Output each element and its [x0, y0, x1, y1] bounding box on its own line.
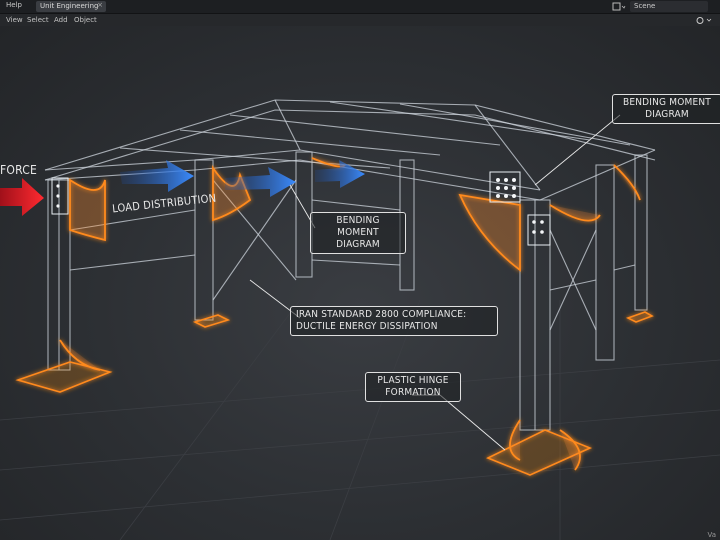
menu-object[interactable]: Object: [74, 16, 97, 24]
viewport-header: View Select Add Object: [0, 14, 720, 26]
menu-select[interactable]: Select: [27, 16, 49, 24]
3d-viewport[interactable]: FORCE LOAD DISTRIBUTION BENDING MOMENT D…: [0, 26, 720, 540]
floor-grid: [0, 299, 720, 540]
top-menu-bar: Help Unit Engineering × Scene: [0, 0, 720, 14]
plastic-hinge-label: PLASTIC HINGE FORMATION: [365, 372, 461, 402]
scene-icon: [612, 2, 626, 11]
gizmo-icon[interactable]: [696, 16, 714, 25]
scene-selector[interactable]: Scene: [612, 1, 720, 12]
menu-view[interactable]: View: [6, 16, 23, 24]
iran-standard-label: IRAN STANDARD 2800 COMPLIANCE: DUCTILE E…: [290, 306, 498, 336]
workspace-tab-label: Unit Engineering: [40, 2, 99, 10]
close-icon[interactable]: ×: [97, 1, 103, 9]
steel-frame: [44, 99, 656, 431]
bending-moment-center-label: BENDING MOMENT DIAGRAM: [310, 212, 406, 254]
scene-field[interactable]: Scene: [630, 1, 708, 12]
workspace-tab[interactable]: Unit Engineering ×: [36, 1, 106, 12]
scene-label: Scene: [634, 2, 656, 10]
base-plates: [15, 311, 654, 476]
force-label: FORCE: [0, 163, 37, 177]
status-version: Va: [707, 531, 716, 539]
menu-help[interactable]: Help: [6, 1, 22, 9]
menu-add[interactable]: Add: [54, 16, 68, 24]
force-arrow: [0, 178, 44, 216]
bending-moment-right-label: BENDING MOMENT DIAGRAM: [612, 94, 720, 124]
